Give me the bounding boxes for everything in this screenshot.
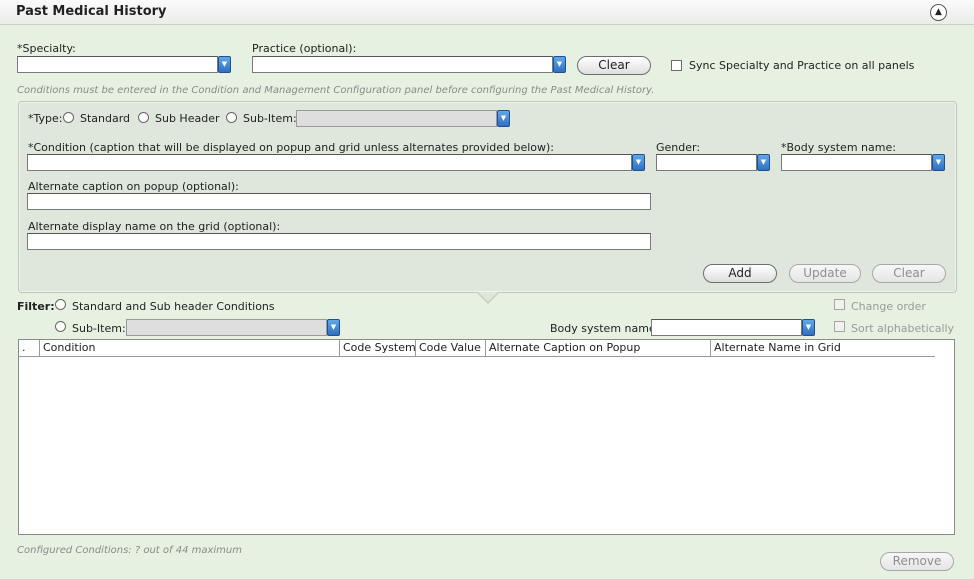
clear-form-button[interactable]: Clear xyxy=(872,264,946,283)
alt-display-label: Alternate display name on the grid (opti… xyxy=(28,220,281,233)
gender-select[interactable] xyxy=(656,154,757,171)
filter-subitem-dropdown-icon[interactable]: ▼ xyxy=(327,319,340,336)
collapse-icon[interactable]: ▲ xyxy=(930,4,947,21)
panel-pointer-inner xyxy=(478,292,498,302)
practice-dropdown-icon[interactable]: ▼ xyxy=(553,56,566,73)
filter-label: Filter: xyxy=(17,300,55,313)
remove-button[interactable]: Remove xyxy=(880,552,954,571)
condition-label: *Condition (caption that will be display… xyxy=(28,141,555,154)
alt-caption-label: Alternate caption on popup (optional): xyxy=(28,180,239,193)
change-order-label: Change order xyxy=(851,300,926,313)
specialty-dropdown-icon[interactable]: ▼ xyxy=(218,56,231,73)
gender-dropdown-icon[interactable]: ▼ xyxy=(757,154,770,171)
type-subitem-radio[interactable] xyxy=(226,112,237,123)
type-standard-label: Standard xyxy=(80,112,131,125)
type-label: *Type: xyxy=(28,112,63,125)
grid-col-alt-caption[interactable]: Alternate Caption on Popup xyxy=(486,340,711,356)
filter-standard-label: Standard and Sub header Conditions xyxy=(72,300,275,313)
configured-count: Configured Conditions: ? out of 44 maxim… xyxy=(17,545,242,556)
type-subitem-label: Sub-Item: xyxy=(243,112,297,125)
filter-subitem-label: Sub-Item: xyxy=(72,322,126,335)
type-standard-radio[interactable] xyxy=(63,112,74,123)
filter-subitem-select[interactable] xyxy=(126,319,327,336)
condition-select[interactable] xyxy=(27,154,632,171)
grid-col-condition[interactable]: Condition xyxy=(40,340,340,356)
conditions-grid[interactable]: . Condition Code System Code Value Alter… xyxy=(18,339,955,535)
grid-col-code-system[interactable]: Code System xyxy=(340,340,416,356)
add-button[interactable]: Add xyxy=(703,264,777,283)
body-system-select[interactable] xyxy=(781,154,932,171)
type-subheader-radio[interactable] xyxy=(138,112,149,123)
subitem-select[interactable] xyxy=(296,110,497,127)
filter-subitem-radio[interactable] xyxy=(55,321,66,332)
change-order-checkbox[interactable] xyxy=(834,299,845,310)
alt-caption-input[interactable] xyxy=(27,193,651,210)
grid-col-marker[interactable]: . xyxy=(19,340,40,356)
specialty-select[interactable] xyxy=(17,56,218,73)
body-system-label: *Body system name: xyxy=(781,141,896,154)
filter-body-system-dropdown-icon[interactable]: ▼ xyxy=(802,319,815,336)
sort-alpha-label: Sort alphabetically xyxy=(851,322,955,335)
practice-select[interactable] xyxy=(252,56,553,73)
body-system-dropdown-icon[interactable]: ▼ xyxy=(932,154,945,171)
clear-specialty-button[interactable]: Clear xyxy=(577,56,651,75)
sort-alpha-checkbox[interactable] xyxy=(834,321,845,332)
sync-label: Sync Specialty and Practice on all panel… xyxy=(689,59,915,72)
grid-col-code-value[interactable]: Code Value xyxy=(416,340,486,356)
config-note: Conditions must be entered in the Condit… xyxy=(17,85,655,96)
update-button[interactable]: Update xyxy=(789,264,861,283)
condition-dropdown-icon[interactable]: ▼ xyxy=(632,154,645,171)
grid-col-alt-name[interactable]: Alternate Name in Grid xyxy=(711,340,935,356)
type-subheader-label: Sub Header xyxy=(155,112,220,125)
practice-label: Practice (optional): xyxy=(252,42,357,55)
filter-body-system-select[interactable] xyxy=(651,319,802,336)
filter-standard-radio[interactable] xyxy=(55,299,66,310)
sync-checkbox[interactable] xyxy=(671,60,682,71)
gender-label: Gender: xyxy=(656,141,701,154)
page-title: Past Medical History xyxy=(16,4,167,19)
grid-header: . Condition Code System Code Value Alter… xyxy=(19,340,935,357)
subitem-dropdown-icon[interactable]: ▼ xyxy=(497,110,510,127)
specialty-label: *Specialty: xyxy=(17,42,76,55)
alt-display-input[interactable] xyxy=(27,233,651,250)
filter-body-system-label: Body system name: xyxy=(550,322,660,335)
